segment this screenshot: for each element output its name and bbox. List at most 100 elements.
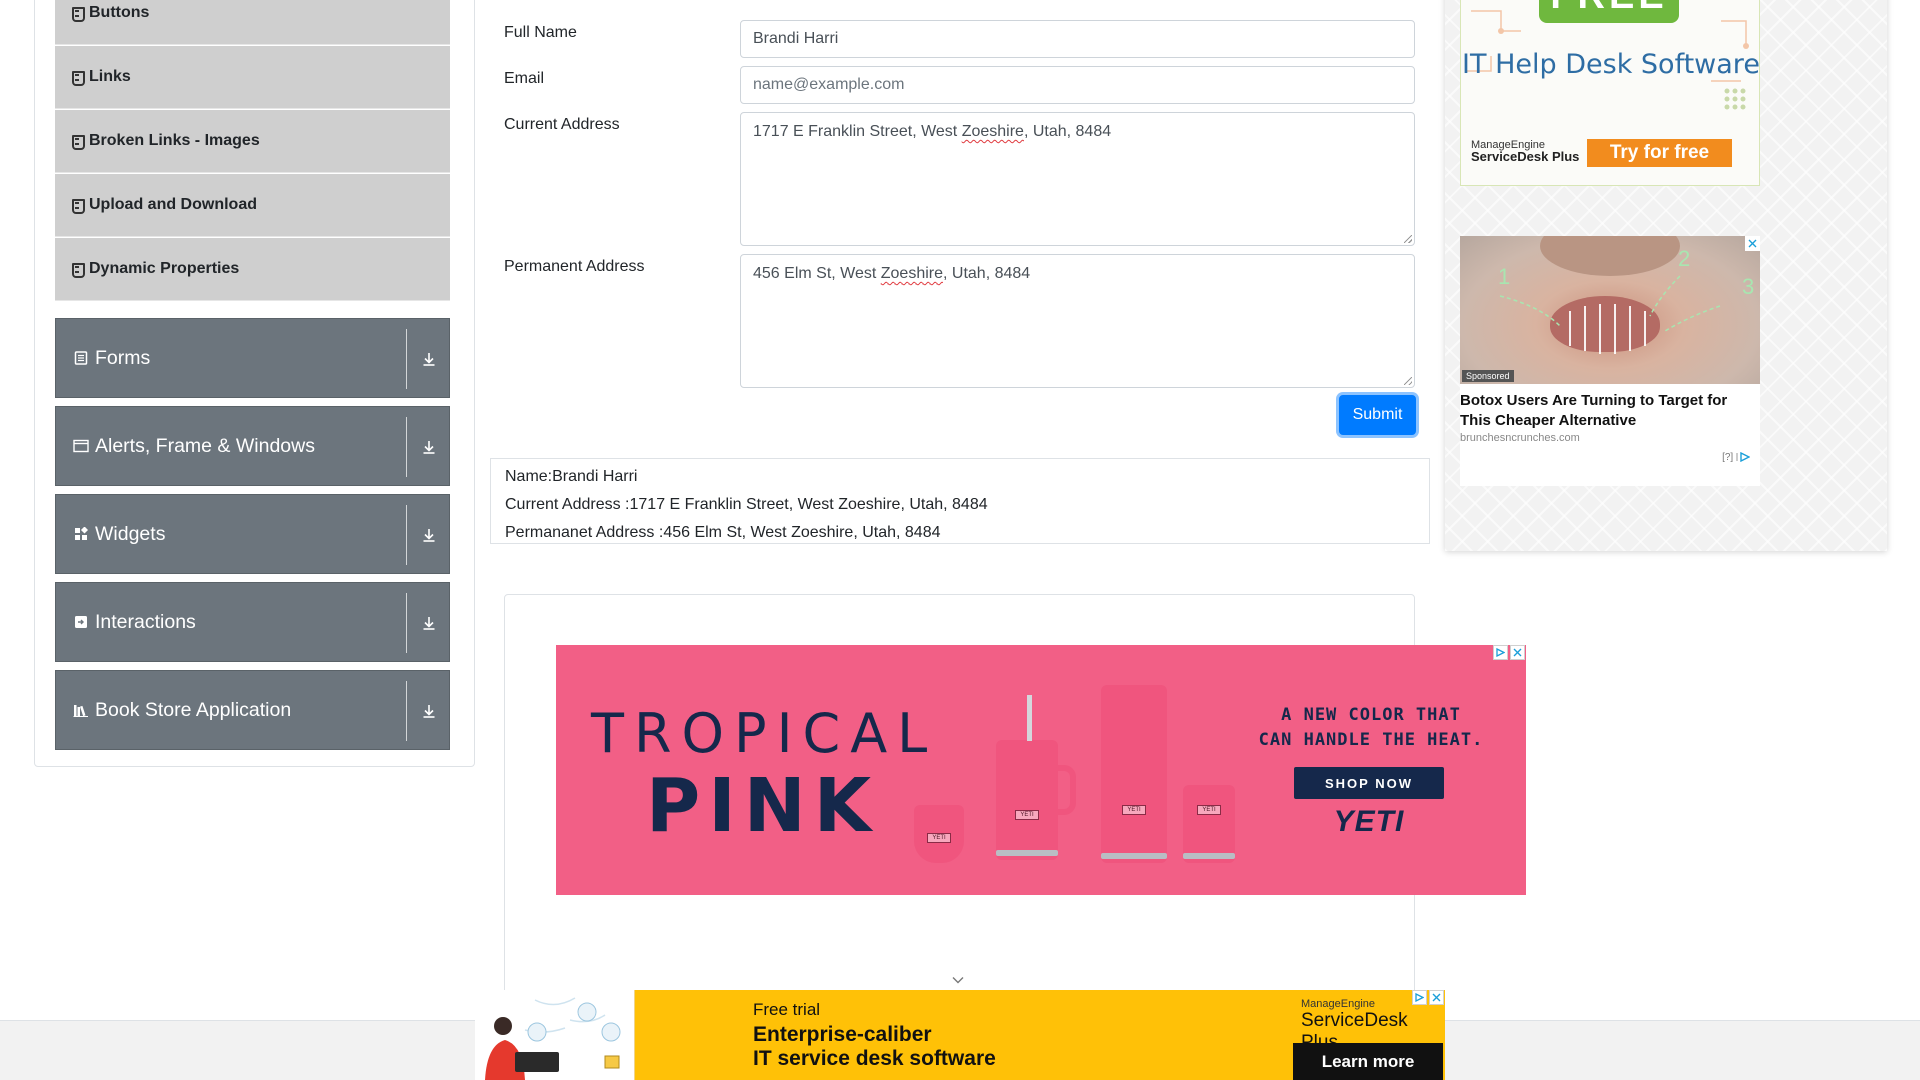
permanent-address-label: Permanent Address bbox=[504, 258, 645, 275]
ad-tagline: A NEW COLOR THAT CAN HANDLE THE HEAT. bbox=[1258, 705, 1484, 750]
output-permanent-address: Permananet Address :456 Elm St, West Zoe… bbox=[505, 524, 941, 541]
full-name-label: Full Name bbox=[504, 24, 577, 41]
window-icon bbox=[73, 438, 89, 454]
books-icon bbox=[73, 702, 89, 718]
full-name-input[interactable]: Brandi Harri bbox=[740, 20, 1415, 58]
html5-icon bbox=[71, 262, 85, 278]
wine-tumbler-image: YETI bbox=[914, 805, 964, 863]
mug-image: YETI bbox=[996, 740, 1058, 860]
menu-item-label: Links bbox=[89, 68, 131, 85]
spellcheck-word: Zoeshire bbox=[880, 265, 943, 282]
ad-illustration bbox=[475, 990, 635, 1080]
html5-icon bbox=[71, 134, 85, 150]
menu-item-label: Upload and Download bbox=[89, 196, 257, 213]
divider bbox=[406, 329, 407, 389]
manageengine-side-ad[interactable]: FREE IT Help Desk Software ManageEngine … bbox=[1460, 0, 1760, 186]
html5-icon bbox=[71, 6, 85, 22]
email-label: Email bbox=[504, 70, 545, 87]
permanent-address-text: 456 Elm St, West Zoeshire, Utah, 8484 bbox=[753, 265, 1031, 282]
menu-group-widgets[interactable]: Widgets bbox=[55, 494, 450, 574]
shop-now-button[interactable]: SHOP NOW bbox=[1294, 767, 1444, 799]
email-input[interactable]: name@example.com bbox=[740, 66, 1415, 104]
download-arrow-icon[interactable] bbox=[417, 347, 441, 371]
svg-text:2: 2 bbox=[1678, 246, 1690, 271]
html5-icon bbox=[71, 198, 85, 214]
divider bbox=[406, 593, 407, 653]
menu-item-label: Dynamic Properties bbox=[89, 260, 240, 277]
email-placeholder: name@example.com bbox=[753, 76, 905, 93]
manageengine-bottom-ad[interactable]: Free trial Enterprise-caliber IT service… bbox=[475, 990, 1445, 1080]
widgets-icon bbox=[73, 526, 89, 542]
manageengine-logo: ManageEngine ServiceDesk Plus bbox=[1471, 139, 1580, 164]
divider bbox=[406, 505, 407, 565]
current-address-text: 1717 E Franklin Street, West Zoeshire, U… bbox=[753, 123, 1112, 140]
try-for-free-button[interactable]: Try for free bbox=[1587, 139, 1732, 167]
ad-title: IT Help Desk Software bbox=[1462, 49, 1760, 80]
divider bbox=[406, 417, 407, 477]
menu-item-upload-download[interactable]: Upload and Download bbox=[55, 174, 450, 237]
ad-headline: Enterprise-caliber IT service desk softw… bbox=[753, 1023, 996, 1070]
full-name-value: Brandi Harri bbox=[753, 30, 839, 47]
menu-item-label: Buttons bbox=[89, 4, 150, 21]
menu-group-forms[interactable]: Forms bbox=[55, 318, 450, 398]
menu-item-broken-links[interactable]: Broken Links - Images bbox=[55, 110, 450, 173]
menu-item-buttons[interactable]: Buttons bbox=[55, 0, 450, 45]
adchoices-icon[interactable] bbox=[1493, 645, 1508, 660]
svg-text:1: 1 bbox=[1498, 264, 1510, 289]
menu-item-links[interactable]: Links bbox=[55, 46, 450, 109]
menu-group-label: Interactions bbox=[95, 610, 196, 633]
menu-item-dynamic-properties[interactable]: Dynamic Properties bbox=[55, 238, 450, 301]
download-arrow-icon[interactable] bbox=[417, 435, 441, 459]
adchoices-icon bbox=[1736, 452, 1751, 463]
sponsored-badge: Sponsored bbox=[1462, 370, 1514, 382]
interactions-icon bbox=[73, 614, 89, 630]
close-ad-icon[interactable] bbox=[1429, 990, 1444, 1005]
current-address-textarea[interactable]: 1717 E Franklin Street, West Zoeshire, U… bbox=[740, 112, 1415, 246]
html5-icon bbox=[71, 70, 85, 86]
output-box: Name:Brandi Harri Current Address :1717 … bbox=[490, 458, 1430, 544]
straw-image bbox=[1027, 695, 1032, 741]
download-arrow-icon[interactable] bbox=[417, 523, 441, 547]
guide-lines: 1 2 3 bbox=[1498, 246, 1754, 354]
menu-group-book-store[interactable]: Book Store Application bbox=[55, 670, 450, 750]
bottle-image: YETI bbox=[1101, 685, 1167, 863]
small-tumbler-image: YETI bbox=[1183, 785, 1235, 863]
menu-item-label: Broken Links - Images bbox=[89, 132, 260, 149]
menu-group-label: Forms bbox=[95, 346, 151, 369]
submit-button[interactable]: Submit bbox=[1339, 395, 1416, 435]
ad-headline-pink: PINK bbox=[646, 763, 880, 849]
learn-more-button[interactable]: Learn more bbox=[1293, 1043, 1443, 1080]
ad-image: 1 2 3 Sponsored bbox=[1460, 236, 1760, 384]
ad-headline-tropical: TROPICAL bbox=[591, 702, 938, 765]
ad-source: brunchesncrunches.com bbox=[1460, 432, 1580, 444]
mug-handle bbox=[1054, 765, 1076, 815]
menu-group-label: Alerts, Frame & Windows bbox=[95, 434, 315, 457]
download-arrow-icon[interactable] bbox=[417, 699, 441, 723]
resize-handle[interactable] bbox=[1404, 235, 1412, 243]
ad-title[interactable]: Botox Users Are Turning to Target for Th… bbox=[1460, 391, 1760, 431]
divider bbox=[406, 681, 407, 741]
close-ad-icon[interactable] bbox=[1510, 645, 1525, 660]
current-address-label: Current Address bbox=[504, 116, 620, 133]
free-trial-label: Free trial bbox=[753, 1000, 821, 1019]
form-icon bbox=[73, 350, 89, 366]
menu-group-label: Book Store Application bbox=[95, 698, 292, 721]
spellcheck-word: Zoeshire bbox=[961, 123, 1024, 140]
resize-handle[interactable] bbox=[1404, 377, 1412, 385]
yeti-logo: YETI bbox=[1333, 805, 1405, 838]
menu-group-label: Widgets bbox=[95, 522, 166, 545]
ad-help-link[interactable]: [?] bbox=[1722, 452, 1751, 463]
output-current-address: Current Address :1717 E Franklin Street,… bbox=[505, 496, 988, 513]
output-name: Name:Brandi Harri bbox=[505, 468, 638, 485]
chevron-down-icon[interactable] bbox=[950, 972, 966, 988]
menu-group-alerts[interactable]: Alerts, Frame & Windows bbox=[55, 406, 450, 486]
yeti-banner-ad[interactable]: TROPICAL PINK YETI YETI YETI YETI A NEW … bbox=[556, 645, 1526, 895]
svg-text:3: 3 bbox=[1742, 274, 1754, 299]
menu-group-interactions[interactable]: Interactions bbox=[55, 582, 450, 662]
botox-sponsored-ad[interactable]: 1 2 3 Sponsored Botox Users Are Turning … bbox=[1460, 236, 1760, 486]
permanent-address-textarea[interactable]: 456 Elm St, West Zoeshire, Utah, 8484 bbox=[740, 254, 1415, 388]
download-arrow-icon[interactable] bbox=[417, 611, 441, 635]
close-ad-icon[interactable] bbox=[1745, 236, 1760, 251]
free-badge: FREE bbox=[1539, 0, 1679, 23]
adchoices-icon[interactable] bbox=[1412, 990, 1427, 1005]
